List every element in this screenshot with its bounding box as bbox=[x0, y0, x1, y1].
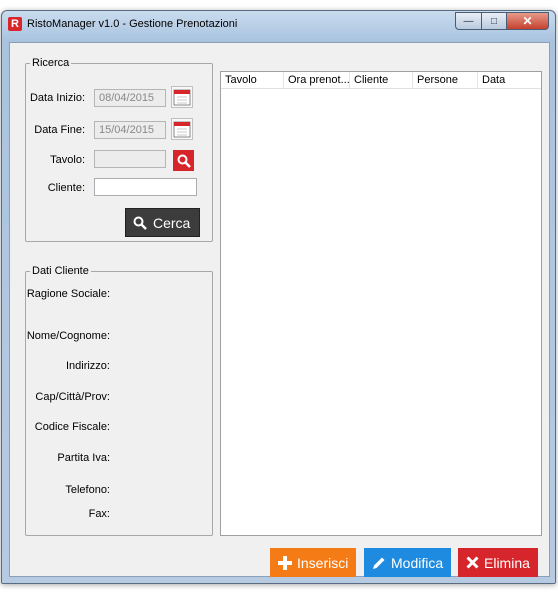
data-inizio-calendar-button[interactable] bbox=[171, 86, 193, 108]
x-icon bbox=[466, 556, 479, 569]
column-header-ora-prenotazione[interactable]: Ora prenot... bbox=[284, 72, 350, 88]
data-fine-label: Data Fine: bbox=[34, 124, 85, 136]
pencil-icon bbox=[373, 557, 385, 569]
modifica-button[interactable]: Modifica bbox=[364, 548, 452, 577]
maximize-button[interactable]: □ bbox=[481, 12, 506, 30]
fax-label: Fax: bbox=[88, 508, 110, 520]
data-fine-calendar-button[interactable] bbox=[171, 118, 193, 140]
cliente-label: Cliente: bbox=[47, 182, 85, 194]
title-bar[interactable]: R RistoManager v1.0 - Gestione Prenotazi… bbox=[2, 11, 555, 37]
nome-cognome-label: Nome/Cognome: bbox=[26, 330, 110, 342]
cerca-label: Cerca bbox=[153, 214, 191, 231]
minimize-icon: — bbox=[463, 15, 474, 27]
ragione-sociale-label: Ragione Sociale: bbox=[26, 288, 110, 300]
ricerca-legend: Ricerca bbox=[32, 57, 70, 69]
column-header-cliente[interactable]: Cliente bbox=[350, 72, 413, 88]
calendar-icon bbox=[173, 89, 191, 106]
elimina-button[interactable]: Elimina bbox=[458, 548, 538, 577]
search-icon bbox=[133, 216, 147, 230]
data-inizio-field[interactable] bbox=[94, 89, 166, 107]
telefono-label: Telefono: bbox=[65, 484, 110, 496]
column-header-tavolo[interactable]: Tavolo bbox=[221, 72, 284, 88]
plus-icon bbox=[278, 555, 292, 570]
calendar-icon bbox=[173, 121, 191, 138]
window-title: RistoManager v1.0 - Gestione Prenotazion… bbox=[27, 18, 238, 30]
dati-cliente-legend: Dati Cliente bbox=[32, 265, 89, 277]
client-area: Ricerca Data Inizio: Data Fine: bbox=[9, 42, 550, 577]
indirizzo-label: Indirizzo: bbox=[65, 360, 110, 372]
codice-fiscale-label: Codice Fiscale: bbox=[34, 421, 110, 433]
cliente-field[interactable] bbox=[94, 178, 197, 196]
search-icon bbox=[177, 154, 191, 168]
cap-citta-prov-label: Cap/Città/Prov: bbox=[35, 391, 110, 403]
main-window: R RistoManager v1.0 - Gestione Prenotazi… bbox=[1, 10, 556, 584]
tavolo-search-button[interactable] bbox=[173, 150, 194, 171]
column-header-data[interactable]: Data bbox=[478, 72, 541, 88]
maximize-icon: □ bbox=[490, 15, 498, 27]
inserisci-button[interactable]: Inserisci bbox=[270, 548, 357, 577]
close-icon: ✕ bbox=[522, 14, 533, 28]
prenotazioni-table[interactable]: Tavolo Ora prenot... Cliente Persone Dat… bbox=[220, 71, 542, 536]
inserisci-label: Inserisci bbox=[297, 554, 349, 571]
cerca-button[interactable]: Cerca bbox=[125, 208, 201, 237]
column-header-persone[interactable]: Persone bbox=[413, 72, 478, 88]
table-header: Tavolo Ora prenot... Cliente Persone Dat… bbox=[221, 72, 541, 89]
elimina-label: Elimina bbox=[484, 554, 530, 571]
app-icon: R bbox=[8, 17, 22, 31]
modifica-label: Modifica bbox=[391, 554, 444, 571]
window-controls: — □ ✕ bbox=[455, 12, 549, 31]
partita-iva-label: Partita Iva: bbox=[57, 452, 110, 464]
data-inizio-label: Data Inizio: bbox=[29, 92, 85, 104]
tavolo-field[interactable] bbox=[94, 150, 166, 168]
tavolo-label: Tavolo: bbox=[50, 154, 85, 166]
minimize-button[interactable]: — bbox=[455, 12, 481, 30]
close-button[interactable]: ✕ bbox=[506, 12, 549, 30]
data-fine-field[interactable] bbox=[94, 121, 166, 139]
